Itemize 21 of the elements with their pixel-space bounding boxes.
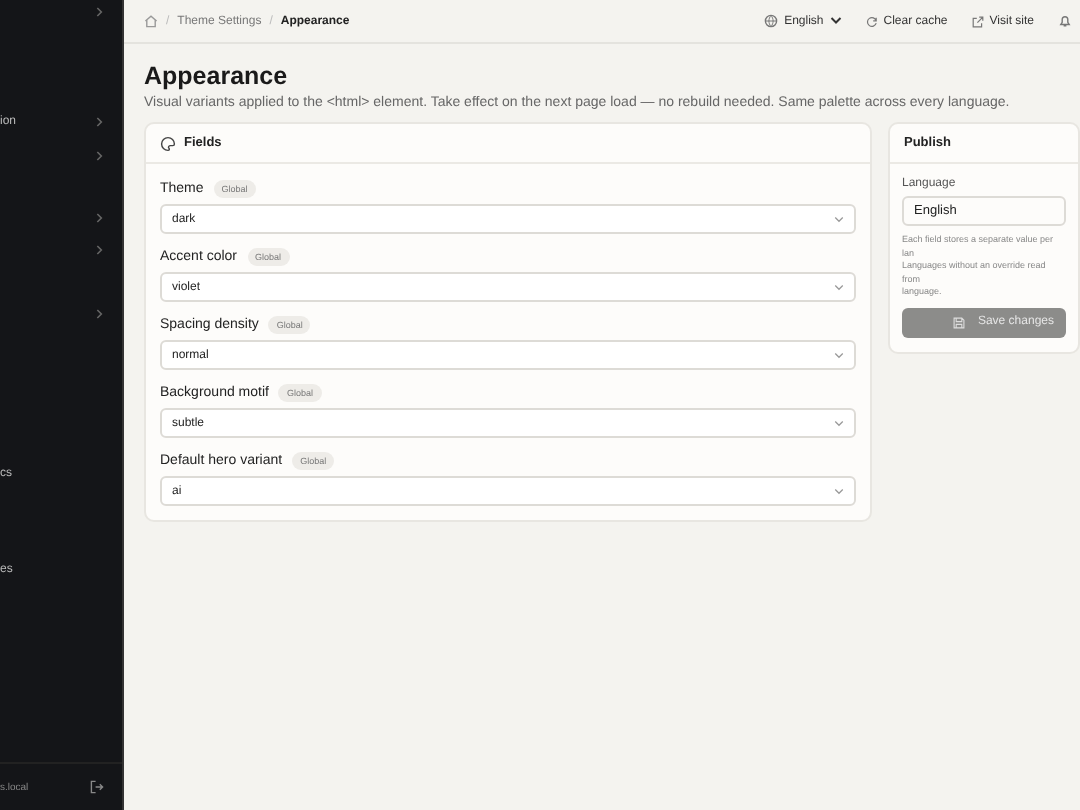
chevron-icon [96,212,104,224]
chevron-icon [96,308,104,320]
home-icon[interactable] [144,14,158,28]
chevron-down-icon [834,215,844,223]
chevron-icon [96,244,104,256]
chevron-icon [96,6,104,18]
page-title: Appearance [144,62,290,90]
chevron-down-icon [834,283,844,291]
chevron-icon [96,116,104,128]
chevron-down-icon [834,487,844,495]
chevron-down-icon [834,419,844,427]
refresh-icon [865,15,878,27]
save-icon [951,315,966,329]
chevron-down-icon [829,16,842,26]
globe-icon [764,14,779,28]
logout-icon[interactable] [90,780,104,794]
chevron-icon [96,150,104,162]
bell-icon[interactable] [1058,14,1072,28]
palette-icon [160,135,176,151]
external-link-icon [971,15,984,27]
chevron-down-icon [834,351,844,359]
